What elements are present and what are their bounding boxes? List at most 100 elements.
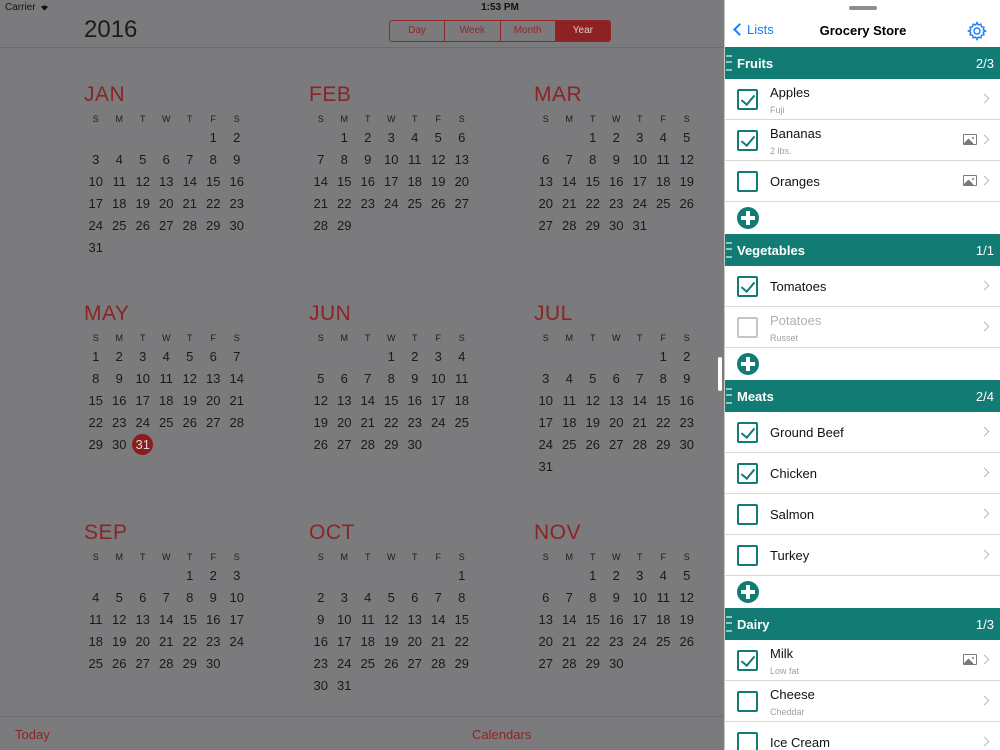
day-cell[interactable]: 23 [605,631,629,653]
day-cell[interactable]: 15 [202,171,226,193]
day-cell[interactable]: 27 [202,412,226,434]
day-cell[interactable]: 3 [534,368,558,390]
day-cell[interactable]: 30 [309,675,333,697]
section-header-vegetables[interactable]: Vegetables 1/1 [725,234,1000,266]
day-cell[interactable]: 24 [534,434,558,456]
day-cell[interactable]: 29 [333,215,357,237]
day-cell[interactable]: 11 [356,609,380,631]
day-cell[interactable]: 10 [427,368,451,390]
day-cell[interactable]: 19 [380,631,404,653]
day-cell[interactable]: 9 [202,587,226,609]
day-cell[interactable]: 25 [652,193,676,215]
day-cell[interactable]: 25 [652,631,676,653]
day-cell[interactable]: 31 [84,237,108,259]
day-cell[interactable]: 14 [558,171,582,193]
day-cell[interactable]: 15 [178,609,202,631]
day-cell[interactable]: 20 [155,193,179,215]
day-cell[interactable]: 26 [178,412,202,434]
section-header-fruits[interactable]: Fruits 2/3 [725,47,1000,79]
segment-year[interactable]: Year [554,21,610,41]
day-cell[interactable]: 12 [675,149,699,171]
day-cell[interactable]: 3 [628,565,652,587]
reorder-grip-icon[interactable] [726,55,732,71]
day-cell[interactable]: 8 [178,587,202,609]
day-cell[interactable]: 18 [450,390,474,412]
day-cell[interactable]: 16 [202,609,226,631]
day-cell[interactable]: 9 [675,368,699,390]
day-cell[interactable]: 11 [558,390,582,412]
day-cell[interactable]: 12 [178,368,202,390]
day-cell[interactable]: 4 [108,149,132,171]
day-cell[interactable]: 29 [652,434,676,456]
day-cell[interactable]: 23 [202,631,226,653]
day-cell[interactable]: 23 [309,653,333,675]
day-cell[interactable]: 3 [427,346,451,368]
day-cell[interactable]: 11 [108,171,132,193]
day-cell[interactable]: 21 [427,631,451,653]
day-cell[interactable]: 16 [356,171,380,193]
checkbox[interactable] [737,504,758,525]
list-item[interactable]: Milk Low fat [725,640,1000,681]
section-header-meats[interactable]: Meats 2/4 [725,380,1000,412]
day-cell[interactable]: 28 [225,412,249,434]
day-cell[interactable]: 16 [403,390,427,412]
day-cell[interactable]: 28 [178,215,202,237]
checkbox[interactable] [737,545,758,566]
day-cell[interactable]: 19 [427,171,451,193]
day-cell[interactable]: 16 [605,171,629,193]
day-cell[interactable]: 19 [178,390,202,412]
day-cell[interactable]: 2 [225,127,249,149]
day-cell[interactable]: 28 [558,653,582,675]
reorder-grip-icon[interactable] [726,242,732,258]
day-cell[interactable]: 28 [356,434,380,456]
day-cell[interactable]: 23 [605,193,629,215]
day-cell[interactable]: 8 [333,149,357,171]
add-circle-icon[interactable] [737,581,759,603]
list-item[interactable]: Bananas 2 lbs. [725,120,1000,161]
segment-week[interactable]: Week [444,21,499,41]
day-cell[interactable]: 26 [309,434,333,456]
day-cell[interactable]: 24 [225,631,249,653]
day-cell[interactable]: 11 [155,368,179,390]
list-item[interactable]: Cheese Cheddar [725,681,1000,722]
day-cell[interactable]: 5 [178,346,202,368]
day-cell[interactable]: 10 [534,390,558,412]
day-cell[interactable]: 1 [380,346,404,368]
day-cell[interactable]: 1 [652,346,676,368]
day-cell[interactable]: 13 [202,368,226,390]
day-cell[interactable]: 21 [178,193,202,215]
section-header-dairy[interactable]: Dairy 1/3 [725,608,1000,640]
day-cell[interactable]: 7 [427,587,451,609]
day-cell[interactable]: 27 [131,653,155,675]
day-cell[interactable]: 27 [155,215,179,237]
day-cell[interactable]: 20 [605,412,629,434]
day-cell[interactable]: 23 [108,412,132,434]
month-oct[interactable]: OCT S M T W T F S 1 2 3 4 5 6 7 8 9 10 11 12 13 14 15 16 17 18 19 2… [309,521,477,697]
month-sep[interactable]: SEP S M T W T F S 1 2 3 4 5 6 7 8 9 10 11 12 13 14 15 16 17 18 19 2… [84,521,252,675]
list-item[interactable]: Ice Cream [725,722,1000,750]
day-cell[interactable]: 7 [155,587,179,609]
day-cell[interactable]: 7 [309,149,333,171]
day-cell[interactable]: 10 [380,149,404,171]
day-cell[interactable]: 1 [333,127,357,149]
day-cell[interactable]: 22 [380,412,404,434]
segment-day[interactable]: Day [390,21,444,41]
day-cell[interactable]: 7 [558,587,582,609]
day-cell[interactable]: 17 [427,390,451,412]
day-cell[interactable]: 6 [534,149,558,171]
day-cell[interactable]: 22 [450,631,474,653]
today-button[interactable]: Today [15,727,50,742]
day-cell[interactable]: 5 [309,368,333,390]
day-cell[interactable]: 28 [558,215,582,237]
day-cell[interactable]: 14 [155,609,179,631]
day-cell[interactable]: 19 [108,631,132,653]
day-cell[interactable]: 27 [450,193,474,215]
day-cell[interactable]: 1 [450,565,474,587]
checkbox-checked[interactable] [737,130,758,151]
day-cell[interactable]: 17 [380,171,404,193]
day-cell[interactable]: 2 [309,587,333,609]
day-cell[interactable]: 22 [333,193,357,215]
day-cell[interactable]: 18 [652,609,676,631]
day-cell[interactable]: 5 [108,587,132,609]
day-cell[interactable]: 28 [427,653,451,675]
